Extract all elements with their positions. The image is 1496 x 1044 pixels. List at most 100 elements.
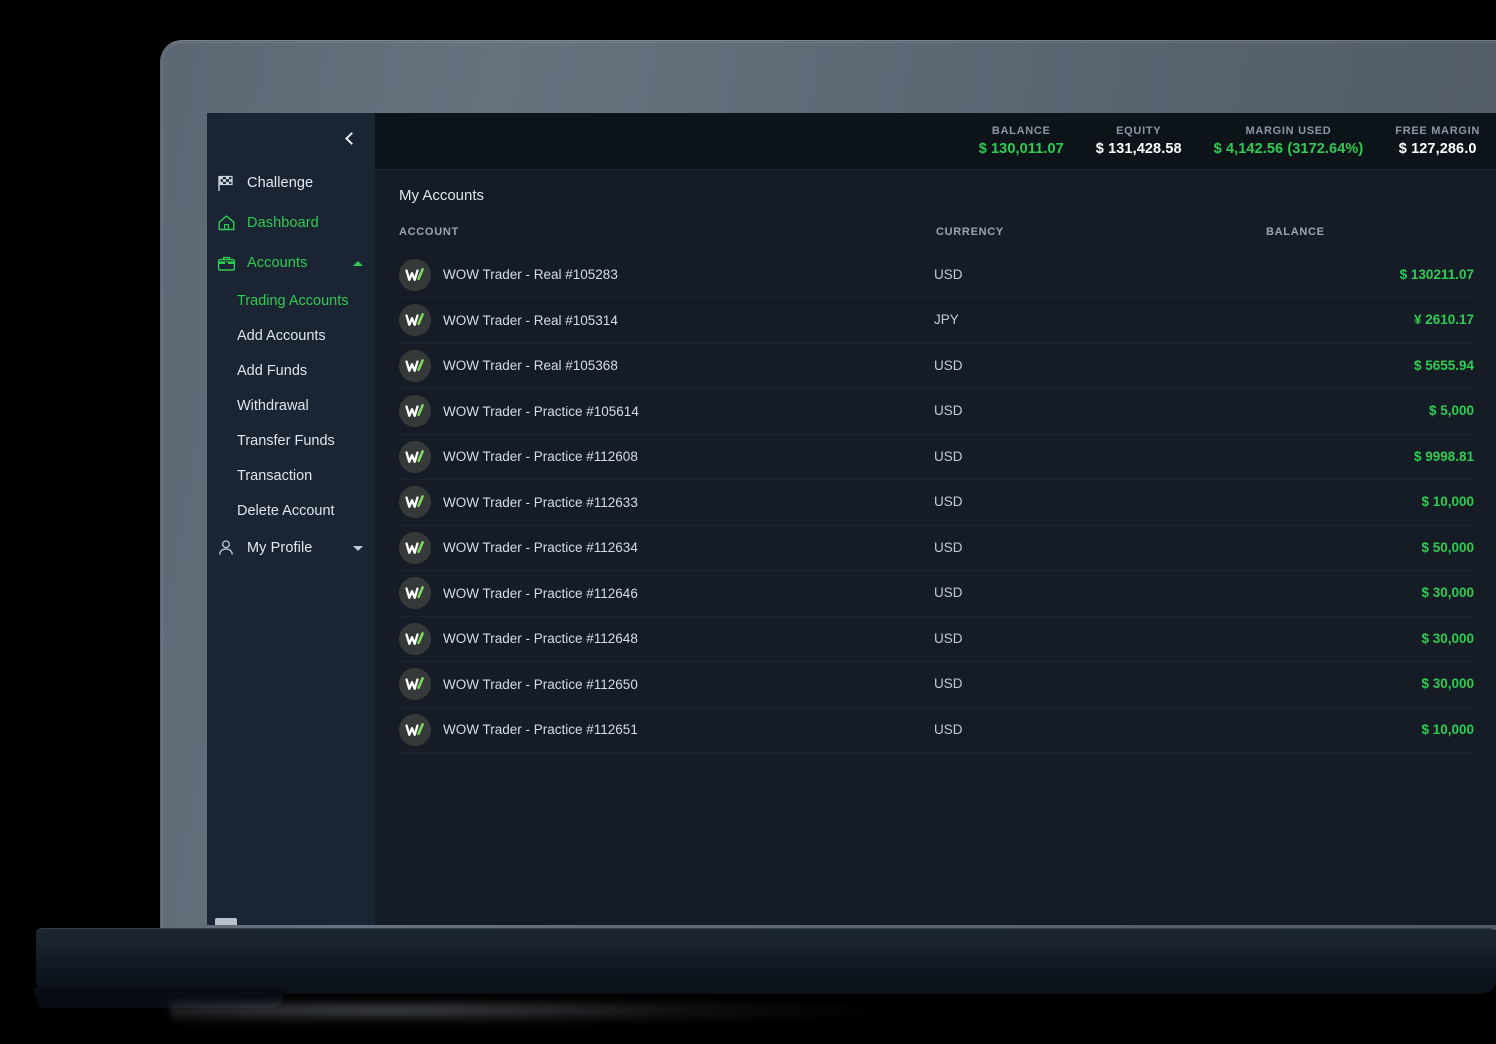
cell-balance: $ 30,000 [1264,570,1474,617]
balance-value: $ 50,000 [1421,539,1474,555]
cell-currency: USD [934,661,1264,708]
column-header-account: ACCOUNT [399,226,459,238]
cell-account: WOW Trader - Practice #112646 [397,570,934,617]
flag-icon [215,173,237,193]
cell-account: WOW Trader - Practice #112650 [397,661,934,708]
table-row[interactable]: WOW Trader - Practice #105614 USD $ 5,000 [397,388,1474,435]
balance-value: $ 30,000 [1421,630,1474,646]
wow-logo-icon [399,622,431,655]
sidebar-subitem-label: Transfer Funds [237,432,335,449]
account-name: WOW Trader - Practice #112650 [443,676,638,692]
column-header-balance: BALANCE [1266,226,1325,238]
wow-logo-icon [399,713,431,746]
cell-balance: $ 9998.81 [1264,434,1474,480]
table-row[interactable]: WOW Trader - Real #105368 USD $ 5655.94 [397,343,1474,389]
cell-balance: $ 50,000 [1264,525,1474,571]
wow-logo-icon [399,349,431,382]
account-name: WOW Trader - Practice #112651 [443,722,638,738]
sidebar-item-label: Dashboard [247,215,319,231]
cell-currency: USD [934,479,1264,526]
column-header-currency: CURRENCY [936,226,1004,238]
sidebar-item-label: My Profile [247,540,313,556]
sidebar-subitem-add-accounts[interactable]: Add Accounts [207,318,375,353]
chevron-left-icon[interactable] [339,127,361,149]
sidebar-subitem-label: Transaction [237,467,313,484]
account-name: WOW Trader - Practice #112634 [443,540,638,556]
cell-account: WOW Trader - Practice #112651 [397,707,934,753]
topbar: BALANCE $ 130,011.07 EQUITY $ 131,428.58… [375,113,1496,170]
sidebar-item-accounts[interactable]: Accounts [207,243,375,283]
stat-balance: BALANCE $ 130,011.07 [963,125,1080,157]
laptop-shadow [170,1000,890,1026]
main-content: My Accounts ACCOUNT CURRENCY BALANCE WOW… [375,170,1496,925]
page-title: My Accounts [399,187,485,204]
sidebar-item-dashboard[interactable]: Dashboard [207,203,375,243]
cell-account: WOW Trader - Practice #112633 [397,479,934,526]
table-row[interactable]: WOW Trader - Practice #112650 USD $ 30,000 [397,661,1474,708]
currency-value: USD [934,539,963,555]
currency-value: USD [934,721,963,737]
account-name: WOW Trader - Practice #112608 [443,449,638,465]
sidebar-subitem-withdrawal[interactable]: Withdrawal [207,388,375,423]
cell-account: WOW Trader - Real #105283 [397,252,934,298]
sidebar-item-challenge[interactable]: Challenge [207,163,375,203]
cell-balance: $ 10,000 [1264,479,1474,526]
sidebar-subitem-transaction[interactable]: Transaction [207,458,375,493]
sidebar-bottom-stub [215,918,237,925]
sidebar-subitem-label: Withdrawal [237,397,309,414]
stat-label: MARGIN USED [1245,125,1332,137]
home-icon [215,213,237,233]
balance-value: $ 5,000 [1428,403,1474,419]
table-row[interactable]: WOW Trader - Practice #112633 USD $ 10,000 [397,479,1474,526]
account-name: WOW Trader - Real #105283 [443,267,618,282]
cell-account: WOW Trader - Practice #112634 [397,525,934,571]
laptop-base [36,928,1496,994]
table-row[interactable]: WOW Trader - Practice #112634 USD $ 50,000 [397,525,1474,571]
sidebar-subitem-trading-accounts[interactable]: Trading Accounts [207,283,375,318]
stat-value: $ 130,011.07 [978,141,1064,157]
sidebar-item-my-profile[interactable]: My Profile [207,528,375,568]
sidebar-subitem-delete-account[interactable]: Delete Account [207,493,375,528]
cell-account: WOW Trader - Practice #105614 [397,388,934,435]
cell-balance: $ 5,000 [1264,388,1474,435]
stat-label: FREE MARGIN [1395,125,1480,137]
cell-currency: USD [934,616,1264,662]
cell-currency: USD [934,570,1264,617]
chevron-down-icon[interactable] [353,545,363,551]
balance-value: $ 30,000 [1421,585,1474,601]
cell-account: WOW Trader - Real #105314 [397,297,934,344]
table-row[interactable]: WOW Trader - Practice #112651 USD $ 10,000 [397,707,1474,753]
table-row[interactable]: WOW Trader - Real #105314 JPY ¥ 2610.17 [397,297,1474,344]
stat-label: BALANCE [991,125,1051,137]
balance-value: $ 130211.07 [1399,266,1474,282]
stat-margin-used: MARGIN USED $ 4,142.56 (3172.64%) [1198,125,1380,157]
account-name: WOW Trader - Practice #112646 [443,585,638,601]
cell-balance: $ 30,000 [1264,661,1474,708]
cell-currency: USD [934,525,1264,571]
sidebar-subitem-transfer-funds[interactable]: Transfer Funds [207,423,375,458]
account-name: WOW Trader - Real #105368 [443,358,618,374]
chevron-up-icon[interactable] [353,260,363,266]
currency-value: USD [934,494,963,510]
stat-equity: EQUITY $ 131,428.58 [1080,125,1198,157]
table-row[interactable]: WOW Trader - Practice #112608 USD $ 9998.8… [397,434,1474,480]
table-row[interactable]: WOW Trader - Real #105283 USD $ 130211.07 [397,252,1474,298]
sidebar-subitem-add-funds[interactable]: Add Funds [207,353,375,388]
cell-balance: $ 5655.94 [1264,343,1474,389]
table-row[interactable]: WOW Trader - Practice #112648 USD $ 30,000 [397,616,1474,662]
screenshot-stage: Challenge Dashboard Accounts Trading Acc… [0,0,1496,1044]
balance-value: $ 9998.81 [1413,448,1474,464]
sidebar-subitem-label: Add Funds [237,362,308,379]
account-name: WOW Trader - Real #105314 [443,312,618,328]
wow-logo-icon [399,304,431,337]
cell-balance: $ 10,000 [1264,707,1474,753]
balance-value: ¥ 2610.17 [1413,312,1474,328]
cell-currency: USD [934,343,1264,389]
wow-logo-icon [399,668,431,701]
cell-currency: JPY [934,297,1264,344]
account-name: WOW Trader - Practice #112648 [443,631,638,647]
table-row[interactable]: WOW Trader - Practice #112646 USD $ 30,000 [397,570,1474,617]
wow-logo-icon [399,486,431,519]
stat-value: $ 4,142.56 (3172.64%) [1213,141,1364,157]
currency-value: USD [934,630,963,646]
